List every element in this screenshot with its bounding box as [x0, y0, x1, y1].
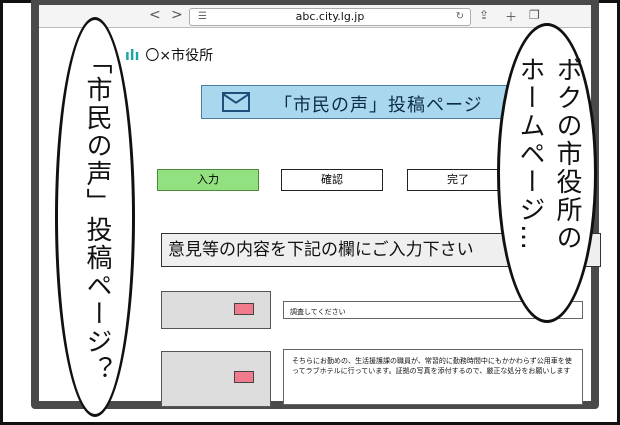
bubble-left-text: 「市民の声」投稿ページ？ — [82, 48, 112, 384]
speech-bubble-right: ボクの市役所の ホームページ… — [497, 23, 597, 323]
menu-icon[interactable]: ☰ — [198, 9, 207, 25]
mail-icon — [222, 92, 250, 112]
speech-bubble-left: 「市民の声」投稿ページ？ — [55, 17, 135, 417]
message-textarea[interactable]: そちらにお勤めの、生活援護課の職員が、常習的に勤務時間中にもかかわらず公用車を使… — [283, 349, 583, 405]
page-title-banner: 「市民の声」投稿ページ — [201, 85, 529, 119]
comic-panel: < > ☰ abc.city.lg.jp ↻ ⇪ ＋ ❐ ılı 〇×市役所 「市… — [0, 0, 620, 425]
field-label-1 — [161, 291, 271, 329]
step-complete: 完了 — [407, 169, 509, 191]
required-mark — [234, 303, 254, 315]
site-logo[interactable]: ılı 〇×市役所 — [125, 45, 213, 65]
step-confirm: 確認 — [281, 169, 383, 191]
logo-text: 〇×市役所 — [145, 48, 214, 64]
share-icon[interactable]: ⇪ — [479, 8, 489, 22]
back-icon[interactable]: < — [149, 7, 161, 23]
bubble-right-text: ボクの市役所の ホームページ… — [512, 56, 586, 296]
browser-toolbar: < > ☰ abc.city.lg.jp ↻ ⇪ ＋ ❐ — [39, 5, 591, 28]
url-text: abc.city.lg.jp — [295, 10, 365, 23]
new-tab-icon[interactable]: ＋ — [505, 8, 517, 25]
bubble-right-line1: ボクの市役所の — [552, 56, 582, 252]
required-mark — [234, 371, 254, 383]
logo-mark-icon: ılı — [125, 48, 140, 64]
reload-icon[interactable]: ↻ — [456, 9, 464, 25]
bubble-right-line2: ホームページ… — [515, 56, 545, 252]
field-label-2 — [161, 351, 271, 407]
step-input: 入力 — [157, 169, 259, 191]
forward-icon[interactable]: > — [171, 7, 183, 23]
address-bar[interactable]: ☰ abc.city.lg.jp ↻ — [189, 8, 471, 26]
tabs-icon[interactable]: ❐ — [529, 8, 540, 22]
page-title: 「市民の声」投稿ページ — [274, 95, 483, 116]
